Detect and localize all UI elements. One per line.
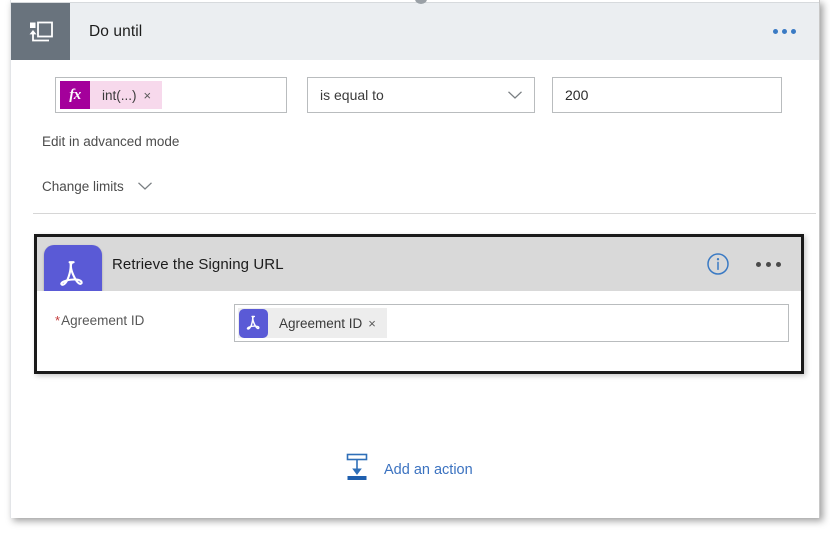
expression-token-label: int(...) <box>102 87 137 103</box>
ellipsis-dot <box>790 29 796 34</box>
action-card-body: *Agreement ID Agreement ID × <box>37 291 801 371</box>
do-until-title: Do until <box>89 22 143 40</box>
action-card-title: Retrieve the Signing URL <box>112 255 284 273</box>
close-icon[interactable]: × <box>368 317 387 330</box>
agreement-id-token[interactable]: Agreement ID × <box>238 308 387 338</box>
chevron-down-icon <box>502 90 534 100</box>
do-until-overflow-menu-button[interactable] <box>747 3 819 60</box>
ellipsis-dot <box>755 261 761 267</box>
action-card-header[interactable]: Retrieve the Signing URL <box>37 237 801 303</box>
action-overflow-menu-button[interactable] <box>735 261 801 267</box>
do-until-header[interactable]: Do until <box>11 3 819 60</box>
info-icon[interactable] <box>701 237 735 291</box>
screenshot-root: Do until fx int(...) × is equal to 200 E… <box>0 0 830 534</box>
retrieve-signing-url-card[interactable]: Retrieve the Signing URL *Agreement ID A… <box>34 234 804 374</box>
do-until-loop-icon <box>11 3 70 60</box>
ellipsis-dot <box>775 261 781 267</box>
fx-icon: fx <box>60 81 90 109</box>
edit-in-advanced-mode-link[interactable]: Edit in advanced mode <box>42 134 179 149</box>
adobe-sign-icon <box>239 308 268 338</box>
operator-dropdown[interactable]: is equal to <box>307 77 535 113</box>
close-icon[interactable]: × <box>144 89 163 102</box>
add-action-arrow-icon <box>341 452 373 487</box>
action-card-header-actions <box>701 237 801 291</box>
agreement-id-label: *Agreement ID <box>55 313 144 328</box>
add-an-action-button[interactable]: Add an action <box>341 452 473 487</box>
ellipsis-dot <box>772 29 778 34</box>
expression-token[interactable]: fx int(...) × <box>60 81 163 109</box>
do-until-card: Do until fx int(...) × is equal to 200 E… <box>10 0 820 518</box>
condition-row: fx int(...) × is equal to 200 <box>11 60 819 118</box>
change-limits-toggle[interactable]: Change limits <box>42 179 153 194</box>
chevron-down-icon <box>137 179 153 194</box>
agreement-id-token-label: Agreement ID <box>279 315 363 331</box>
ellipsis-dot <box>781 29 787 34</box>
section-divider <box>33 213 816 214</box>
ellipsis-dot <box>765 261 771 267</box>
operator-value: is equal to <box>320 87 384 103</box>
add-an-action-label: Add an action <box>384 461 473 478</box>
change-limits-label: Change limits <box>42 179 124 194</box>
required-marker: * <box>55 313 61 328</box>
agreement-id-input[interactable]: Agreement ID × <box>234 304 789 342</box>
agreement-id-label-text: Agreement ID <box>61 313 145 328</box>
expression-input[interactable]: fx int(...) × <box>55 77 287 113</box>
condition-value: 200 <box>565 87 589 103</box>
condition-value-input[interactable]: 200 <box>552 77 782 113</box>
